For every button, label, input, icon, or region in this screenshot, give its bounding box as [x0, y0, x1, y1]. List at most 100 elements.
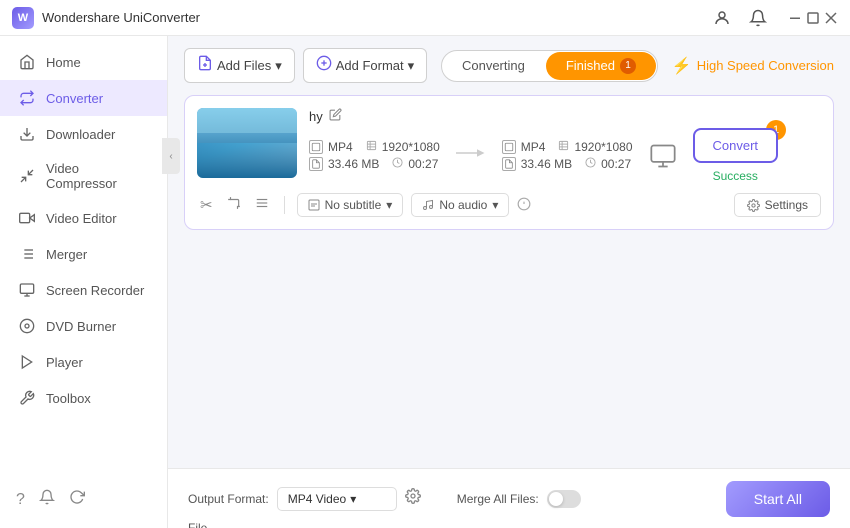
file-location-label: File Location:: [188, 521, 237, 528]
bell-icon[interactable]: [39, 489, 55, 510]
success-label: Success: [713, 169, 758, 183]
sidebar-label-video-compressor: Video Compressor: [46, 161, 149, 191]
add-format-label: Add Format: [336, 58, 404, 73]
notification-button[interactable]: [744, 4, 772, 32]
add-files-icon: [197, 55, 213, 76]
output-format-chevron: ▾: [350, 492, 356, 506]
sidebar-label-player: Player: [46, 355, 83, 370]
target-format-block: MP4 1920*1080 33.46 MB: [502, 140, 633, 171]
merge-files-section: Merge All Files:: [457, 490, 581, 508]
high-speed-label: High Speed Conversion: [697, 58, 834, 73]
subtitle-label: No subtitle: [325, 198, 382, 212]
add-files-chevron: ▾: [275, 58, 282, 74]
target-size-row: 33.46 MB 00:27: [502, 157, 633, 171]
file-info: hy MP4: [309, 108, 821, 183]
target-duration: 00:27: [601, 157, 631, 171]
info-icon[interactable]: [517, 197, 531, 214]
titlebar-left: W Wondershare UniConverter: [12, 7, 200, 29]
app-title: Wondershare UniConverter: [42, 10, 200, 25]
audio-dropdown[interactable]: No audio ▾: [411, 193, 509, 217]
bottom-bar: Output Format: MP4 Video ▾ Merge All Fil…: [168, 468, 850, 528]
settings-button[interactable]: Settings: [734, 193, 821, 217]
conversion-row: MP4 1920*1080 33.46 MB: [309, 128, 821, 183]
sidebar-item-dvd-burner[interactable]: DVD Burner: [0, 308, 167, 344]
merge-toggle[interactable]: [547, 490, 581, 508]
minimize-button[interactable]: [788, 11, 802, 25]
source-duration: 00:27: [408, 157, 438, 171]
file-name-row: hy: [309, 108, 821, 124]
source-format-icon: [309, 140, 323, 154]
home-icon: [18, 53, 36, 71]
source-format-row: MP4 1920*1080: [309, 140, 440, 154]
output-format-label: Output Format:: [188, 492, 269, 506]
edit-filename-icon[interactable]: [329, 108, 342, 124]
convert-button[interactable]: Convert: [693, 128, 779, 163]
merge-label: Merge All Files:: [457, 492, 539, 506]
divider-1: [284, 196, 285, 214]
sidebar-label-video-editor: Video Editor: [46, 211, 117, 226]
target-size: 33.46 MB: [521, 157, 572, 171]
source-resolution: 1920*1080: [382, 140, 440, 154]
crop-icon[interactable]: [224, 193, 244, 217]
audio-label: No audio: [439, 198, 487, 212]
profile-button[interactable]: [708, 4, 736, 32]
output-format-settings-icon[interactable]: [405, 488, 421, 509]
content-topbar: Add Files ▾ Add Format ▾ Converting Fini…: [184, 48, 834, 83]
sidebar-item-converter[interactable]: Converter: [0, 80, 167, 116]
help-icon[interactable]: ?: [16, 491, 25, 509]
output-format-field: Output Format: MP4 Video ▾: [188, 487, 421, 511]
lightning-icon: ⚡: [672, 56, 692, 76]
subtitle-chevron: ▾: [386, 198, 392, 212]
source-size-icon: [309, 157, 323, 171]
refresh-icon[interactable]: [69, 489, 85, 510]
file-thumbnail: [197, 108, 297, 178]
close-button[interactable]: [824, 11, 838, 25]
subtitle-dropdown[interactable]: No subtitle ▾: [297, 193, 404, 217]
sidebar-label-downloader: Downloader: [46, 127, 115, 142]
tab-converting[interactable]: Converting: [442, 51, 545, 81]
app-icon: W: [12, 7, 34, 29]
output-format-select[interactable]: MP4 Video ▾: [277, 487, 397, 511]
content-area: Add Files ▾ Add Format ▾ Converting Fini…: [168, 36, 850, 528]
settings-label: Settings: [765, 198, 808, 212]
sidebar-item-screen-recorder[interactable]: Screen Recorder: [0, 272, 167, 308]
target-resolution: 1920*1080: [574, 140, 632, 154]
source-format: MP4: [328, 140, 353, 154]
effects-icon[interactable]: [252, 193, 272, 217]
convert-block: 1 Convert Success: [693, 128, 779, 183]
sidebar-item-toolbox[interactable]: Toolbox: [0, 380, 167, 416]
sidebar-item-video-editor[interactable]: Video Editor: [0, 200, 167, 236]
finished-badge: 1: [620, 58, 636, 74]
tab-finished[interactable]: Finished 1: [546, 52, 656, 80]
start-all-label: Start All: [754, 491, 802, 507]
file-card: hy MP4: [184, 95, 834, 230]
sidebar-item-home[interactable]: Home: [0, 44, 167, 80]
scissors-icon[interactable]: ✂: [197, 193, 216, 217]
file-card-bottom: ✂ No subtitle ▾ No audio ▾: [197, 193, 821, 217]
sidebar-collapse-button[interactable]: ‹: [162, 138, 180, 174]
tab-converting-label: Converting: [462, 58, 525, 73]
merger-icon: [18, 245, 36, 263]
sidebar-item-merger[interactable]: Merger: [0, 236, 167, 272]
sidebar-item-downloader[interactable]: Downloader: [0, 116, 167, 152]
high-speed-conversion[interactable]: ⚡ High Speed Conversion: [672, 56, 834, 76]
downloader-icon: [18, 125, 36, 143]
sidebar-label-screen-recorder: Screen Recorder: [46, 283, 144, 298]
toggle-knob: [549, 492, 563, 506]
file-name: hy: [309, 109, 323, 124]
sidebar-label-converter: Converter: [46, 91, 103, 106]
start-all-button[interactable]: Start All: [726, 481, 830, 517]
maximize-button[interactable]: [806, 11, 820, 25]
add-format-button[interactable]: Add Format ▾: [303, 48, 427, 83]
sidebar-item-player[interactable]: Player: [0, 344, 167, 380]
add-format-icon: [316, 55, 332, 76]
window-controls: [788, 11, 838, 25]
add-files-button[interactable]: Add Files ▾: [184, 48, 295, 83]
dvd-burner-icon: [18, 317, 36, 335]
title-bar: W Wondershare UniConverter: [0, 0, 850, 36]
output-format-value: MP4 Video: [288, 492, 346, 506]
sidebar-label-dvd-burner: DVD Burner: [46, 319, 116, 334]
titlebar-right: [708, 4, 838, 32]
sidebar-item-video-compressor[interactable]: Video Compressor: [0, 152, 167, 200]
conversion-arrow: [456, 143, 486, 168]
